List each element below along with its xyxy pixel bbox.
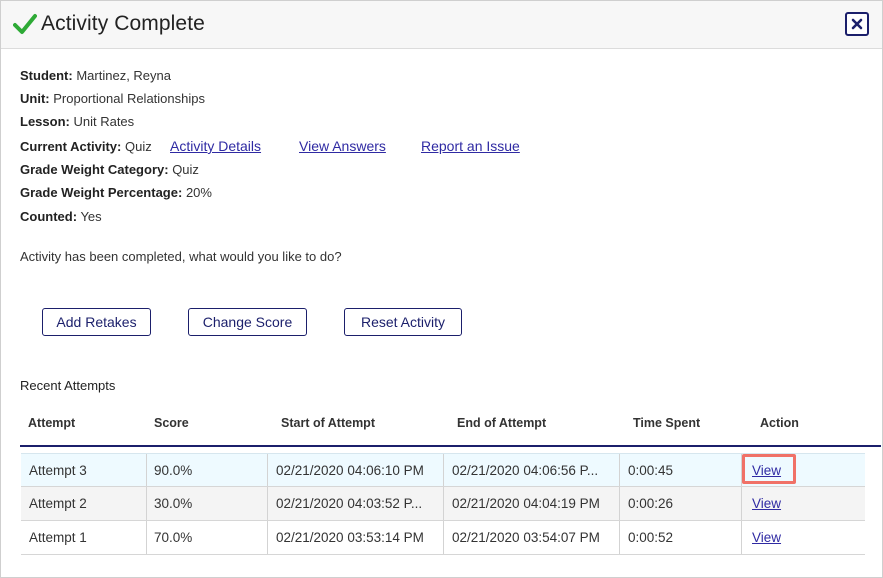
view-attempt-link[interactable]: View [752, 530, 781, 545]
dialog-header: Activity Complete [1, 1, 882, 49]
dialog-title: Activity Complete [41, 12, 205, 35]
grade-weight-percentage-value: 20% [185, 185, 212, 200]
column-divider [267, 521, 268, 554]
check-icon [13, 14, 37, 34]
close-icon [851, 18, 863, 30]
column-divider [267, 454, 268, 486]
table-header-divider [20, 445, 881, 447]
column-divider [443, 454, 444, 486]
attempt-cell: Attempt 2 [29, 496, 87, 511]
lesson-value: Unit Rates [73, 114, 135, 129]
add-retakes-button[interactable]: Add Retakes [42, 308, 151, 336]
column-divider [741, 521, 742, 554]
view-attempt-link[interactable]: View [752, 496, 781, 511]
student-info: Student: Martinez, Reyna [20, 68, 171, 83]
report-issue-link[interactable]: Report an Issue [421, 138, 520, 154]
grade-weight-category-value: Quiz [172, 162, 199, 177]
start-cell: 02/21/2020 03:53:14 PM [276, 530, 424, 545]
completion-prompt: Activity has been completed, what would … [20, 249, 342, 264]
view-link-highlight-box [742, 454, 796, 484]
column-header-time-spent: Time Spent [633, 416, 701, 430]
table-row[interactable]: Attempt 3 90.0% 02/21/2020 04:06:10 PM 0… [21, 453, 865, 487]
unit-label: Unit: [20, 91, 50, 106]
counted-label: Counted: [20, 209, 78, 224]
score-cell: 90.0% [154, 462, 193, 478]
end-cell: 02/21/2020 04:06:56 P... [452, 462, 599, 478]
score-cell: 30.0% [154, 496, 193, 511]
reset-activity-button[interactable]: Reset Activity [344, 308, 462, 336]
column-divider [146, 487, 147, 520]
recent-attempts-title: Recent Attempts [20, 378, 116, 393]
counted-value: Yes [80, 209, 102, 224]
score-cell: 70.0% [154, 530, 193, 545]
table-row[interactable]: Attempt 2 30.0% 02/21/2020 04:03:52 P...… [21, 487, 865, 521]
attempt-cell: Attempt 3 [29, 462, 87, 478]
change-score-button[interactable]: Change Score [188, 308, 307, 336]
column-header-action: Action [760, 416, 799, 430]
time-spent-cell: 0:00:45 [628, 462, 674, 478]
time-spent-cell: 0:00:26 [628, 496, 674, 511]
lesson-info: Lesson: Unit Rates [20, 114, 134, 129]
current-activity-label: Current Activity: [20, 139, 122, 154]
column-header-attempt: Attempt [28, 416, 76, 430]
column-header-end: End of Attempt [457, 416, 547, 430]
column-header-score: Score [154, 416, 189, 430]
column-divider [443, 487, 444, 520]
grade-weight-percentage-label: Grade Weight Percentage: [20, 185, 183, 200]
table-row[interactable]: Attempt 1 70.0% 02/21/2020 03:53:14 PM 0… [21, 521, 865, 555]
grade-weight-percentage-info: Grade Weight Percentage: 20% [20, 185, 212, 200]
student-value: Martinez, Reyna [76, 68, 171, 83]
grade-weight-category-label: Grade Weight Category: [20, 162, 169, 177]
start-cell: 02/21/2020 04:06:10 PM [276, 462, 424, 478]
counted-info: Counted: Yes [20, 209, 102, 224]
column-divider [619, 487, 620, 520]
column-divider [146, 454, 147, 486]
attempt-cell: Attempt 1 [29, 530, 87, 545]
grade-weight-category-info: Grade Weight Category: Quiz [20, 162, 199, 177]
time-spent-cell: 0:00:52 [628, 530, 674, 545]
end-cell: 02/21/2020 03:54:07 PM [452, 530, 600, 545]
column-divider [619, 454, 620, 486]
lesson-label: Lesson: [20, 114, 70, 129]
student-label: Student: [20, 68, 73, 83]
column-divider [267, 487, 268, 520]
column-divider [619, 521, 620, 554]
column-divider [443, 521, 444, 554]
column-divider [146, 521, 147, 554]
unit-info: Unit: Proportional Relationships [20, 91, 205, 106]
unit-value: Proportional Relationships [53, 91, 205, 106]
column-divider [741, 487, 742, 520]
activity-complete-dialog: Activity Complete Student: Martinez, Rey… [0, 0, 883, 578]
activity-details-link[interactable]: Activity Details [170, 138, 261, 154]
close-button[interactable] [845, 12, 869, 36]
end-cell: 02/21/2020 04:04:19 PM [452, 496, 600, 511]
start-cell: 02/21/2020 04:03:52 P... [276, 496, 423, 511]
current-activity-info: Current Activity: Quiz [20, 139, 152, 154]
view-answers-link[interactable]: View Answers [299, 138, 386, 154]
current-activity-value: Quiz [125, 139, 152, 154]
column-header-start: Start of Attempt [281, 416, 375, 430]
